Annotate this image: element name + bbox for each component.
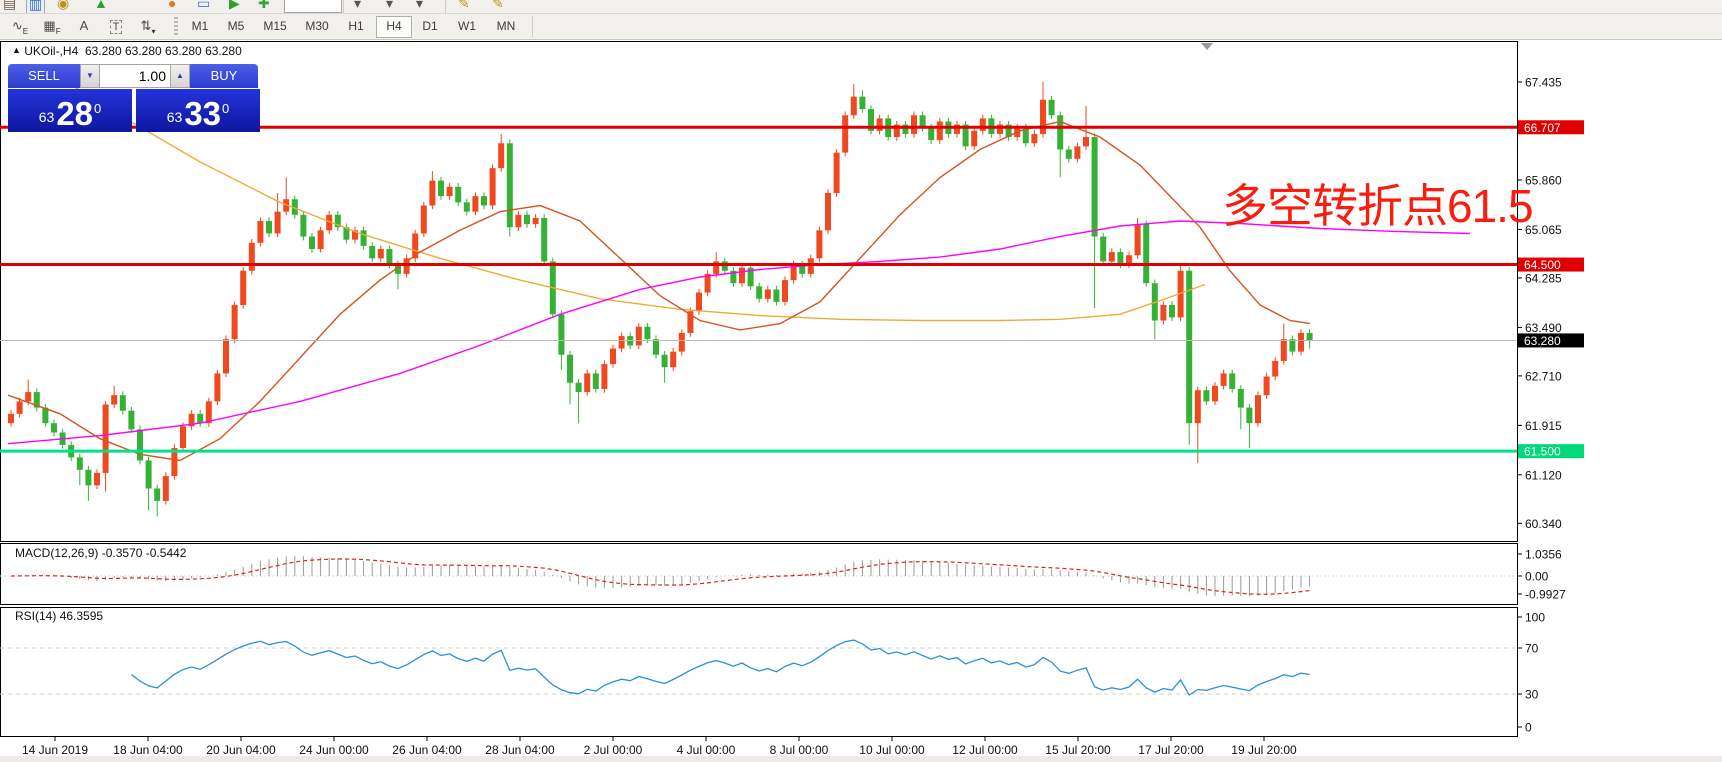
svg-text:60.340: 60.340 [1525, 517, 1562, 531]
toolbar-grip[interactable] [174, 17, 178, 36]
ask-price-display[interactable]: 63 33 0 [136, 89, 260, 132]
dropdown-icon-3[interactable]: ▾ [416, 0, 423, 12]
shapes-icon[interactable]: ⇅▾ [134, 15, 162, 37]
svg-text:66.707: 66.707 [1524, 121, 1561, 135]
svg-text:-0.9927: -0.9927 [1525, 588, 1566, 602]
autotrade-icon[interactable]: ▶ [229, 0, 240, 12]
window-icon[interactable]: ▭ [197, 0, 210, 12]
svg-text:15 Jul 20:00: 15 Jul 20:00 [1045, 743, 1111, 757]
status-bar-strip [0, 756, 1722, 762]
svg-text:0.00: 0.00 [1525, 570, 1549, 584]
bid-price-display[interactable]: 63 28 0 [8, 89, 132, 132]
channel-icon[interactable]: ∿E [6, 15, 34, 37]
svg-text:62.710: 62.710 [1525, 369, 1562, 383]
svg-text:26 Jun 04:00: 26 Jun 04:00 [392, 743, 462, 757]
macd-label: MACD(12,26,9) -0.3570 -0.5442 [15, 546, 186, 560]
svg-text:70: 70 [1525, 642, 1539, 656]
rsi-value: 46.3595 [59, 609, 104, 623]
macd-value1: -0.3570 [101, 546, 143, 560]
chart-canvas[interactable]: 67.43566.70765.86065.06564.50064.28563.4… [0, 39, 1722, 762]
one-click-trade-panel: SELL ▼ ▲ BUY 63 28 0 63 33 0 [8, 64, 260, 132]
toolbar-separator [445, 0, 446, 13]
rsi-title: RSI(14) [15, 609, 57, 623]
ask-prefix: 63 [166, 109, 183, 125]
svg-text:61.120: 61.120 [1525, 468, 1562, 482]
chart-icon[interactable]: ▤ [3, 0, 16, 12]
timeframe-button-m5[interactable]: M5 [220, 16, 252, 36]
timeframe-button-d1[interactable]: D1 [414, 16, 446, 36]
svg-text:18 Jun 04:00: 18 Jun 04:00 [113, 743, 183, 757]
pane-borders [0, 41, 1518, 737]
dropdown-icon-2[interactable]: ▾ [386, 0, 393, 12]
svg-text:61.500: 61.500 [1524, 445, 1561, 459]
fibonacci-icon[interactable]: ▦F [38, 15, 66, 37]
collapse-triangle-icon[interactable]: ▲ [12, 45, 21, 55]
volume-increase-button[interactable]: ▲ [170, 64, 190, 88]
text-icon[interactable]: A [70, 15, 98, 37]
bid-main: 28 [56, 95, 94, 132]
svg-text:4 Jul 00:00: 4 Jul 00:00 [677, 743, 736, 757]
svg-text:30: 30 [1525, 688, 1539, 702]
charts-window-icon[interactable]: ▥ [26, 0, 46, 13]
svg-text:0: 0 [1525, 721, 1532, 735]
svg-text:17 Jul 20:00: 17 Jul 20:00 [1138, 743, 1204, 757]
ask-point: 0 [222, 101, 230, 116]
zoom-icon[interactable]: ◉ [57, 0, 69, 12]
timeframe-button-m1[interactable]: M1 [184, 16, 216, 36]
symbol-header: ▲ UKOil-,H4 63.280 63.280 63.280 63.280 [12, 44, 242, 58]
svg-text:64.500: 64.500 [1524, 258, 1561, 272]
sell-button[interactable]: SELL [8, 64, 80, 88]
macd-value2: -0.5442 [145, 546, 187, 560]
period-combobox[interactable] [284, 0, 342, 13]
svg-text:63.490: 63.490 [1525, 321, 1562, 335]
rsi-label: RSI(14) 46.3595 [15, 609, 103, 623]
toolbar-separator [532, 16, 533, 37]
svg-text:28 Jun 04:00: 28 Jun 04:00 [485, 743, 555, 757]
timeframe-button-h4[interactable]: H4 [376, 16, 412, 38]
timeframe-button-m30[interactable]: M30 [298, 16, 336, 36]
svg-text:12 Jul 00:00: 12 Jul 00:00 [952, 743, 1018, 757]
indicator-icon[interactable]: ▲ [94, 0, 108, 12]
svg-text:8 Jul 00:00: 8 Jul 00:00 [770, 743, 829, 757]
trading-terminal-window: ▤ ▥ ◉ ▲ ● ▭ ▶ ✚ ▾ ▾ ▾ ✎ ✎ ∿E ▦F A T ⇅▾ M1 M5 M15 M30 H1 H4 D1 W… [0, 0, 1722, 762]
timeframe-button-mn[interactable]: MN [488, 16, 524, 36]
svg-text:61.915: 61.915 [1525, 419, 1562, 433]
symbol-name: UKOil-,H4 [24, 44, 79, 58]
svg-text:10 Jul 00:00: 10 Jul 00:00 [859, 743, 925, 757]
buy-button[interactable]: BUY [190, 64, 258, 88]
time-axis[interactable]: 14 Jun 2019 18 Jun 04:00 20 Jun 04:00 24 Ju… [22, 737, 1297, 757]
dropdown-icon-1[interactable]: ▾ [354, 0, 361, 12]
price-axis[interactable]: 67.43566.70765.86065.06564.50064.28563.4… [1517, 76, 1584, 531]
volume-decrease-button[interactable]: ▼ [80, 64, 100, 88]
chart-stage: 67.435 66.707 65.860 65.065 64.500 64.285 63.4… [0, 39, 1722, 762]
svg-text:100: 100 [1525, 611, 1545, 625]
tools-toolbar: ∿E ▦F A T ⇅▾ M1 M5 M15 M30 H1 H4 D1 W1 MN [0, 14, 1722, 40]
main-toolbar: ▤ ▥ ◉ ▲ ● ▭ ▶ ✚ ▾ ▾ ▾ ✎ ✎ [0, 0, 1722, 14]
record-icon[interactable]: ● [168, 0, 176, 12]
chart-annotation: 多空转折点61.5 [1222, 180, 1534, 232]
svg-text:2 Jul 00:00: 2 Jul 00:00 [584, 743, 643, 757]
toolbar-separator [343, 0, 344, 13]
svg-text:1.0356: 1.0356 [1525, 548, 1562, 562]
symbol-quotes: 63.280 63.280 63.280 63.280 [84, 44, 242, 58]
macd-title: MACD(12,26,9) [15, 546, 99, 560]
pencil-icon-2[interactable]: ✎ [492, 0, 504, 12]
timeframe-button-w1[interactable]: W1 [450, 16, 484, 36]
ask-main: 33 [184, 95, 222, 132]
svg-text:67.435: 67.435 [1525, 76, 1562, 90]
svg-text:63.280: 63.280 [1524, 334, 1561, 348]
svg-text:14 Jun 2019: 14 Jun 2019 [22, 743, 88, 757]
svg-text:24 Jun 00:00: 24 Jun 00:00 [299, 743, 369, 757]
bid-point: 0 [94, 101, 102, 116]
timeframe-button-h1[interactable]: H1 [340, 16, 372, 36]
new-order-icon[interactable]: ✚ [258, 0, 270, 12]
svg-text:19 Jul 20:00: 19 Jul 20:00 [1231, 743, 1297, 757]
timeframe-button-m15[interactable]: M15 [256, 16, 294, 36]
bid-prefix: 63 [38, 109, 55, 125]
volume-input[interactable] [100, 64, 170, 88]
svg-text:64.285: 64.285 [1525, 271, 1562, 285]
svg-text:20 Jun 04:00: 20 Jun 04:00 [206, 743, 276, 757]
textbox-icon[interactable]: T [102, 15, 130, 37]
pencil-icon-1[interactable]: ✎ [458, 0, 470, 12]
